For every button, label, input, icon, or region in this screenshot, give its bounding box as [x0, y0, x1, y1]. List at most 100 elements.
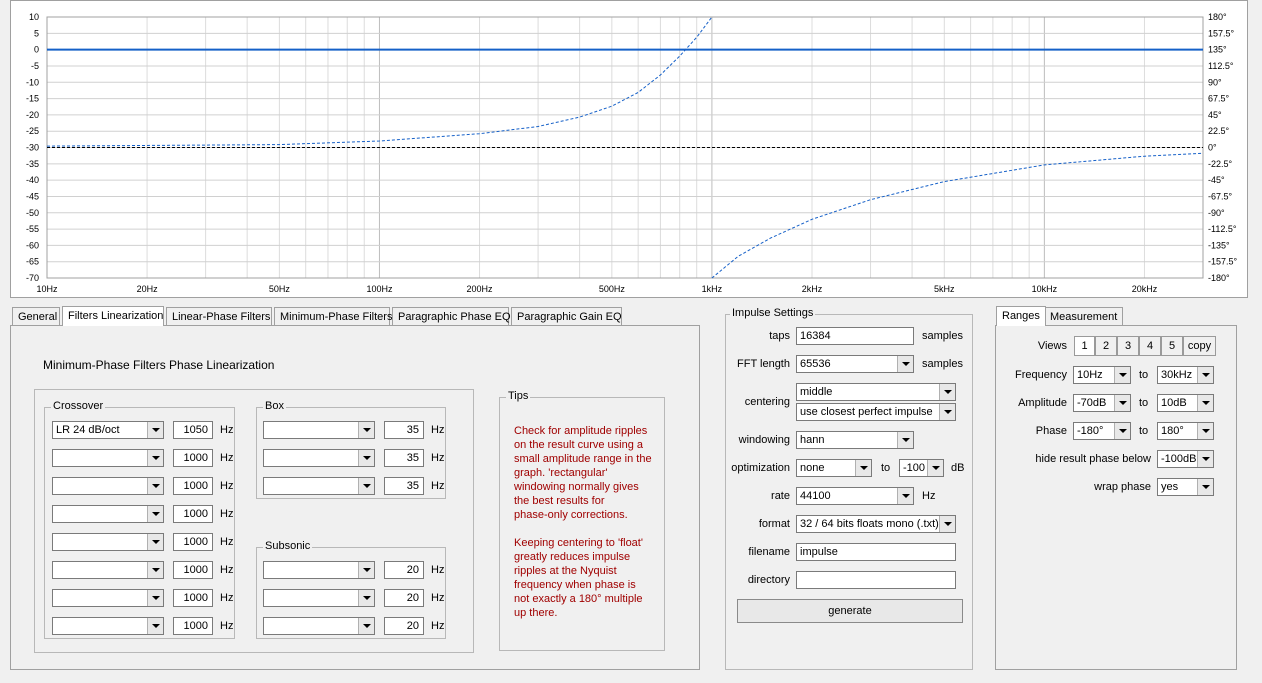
view-button-2[interactable]: 2 — [1095, 336, 1117, 356]
frequency-from-select[interactable]: 10Hz — [1073, 366, 1131, 384]
crossover-freq-input-2[interactable]: 1000 — [173, 449, 213, 467]
impulse-settings-title: Impulse Settings — [730, 307, 816, 319]
rate-select[interactable]: 44100 — [796, 487, 914, 505]
wrap-phase-label: wrap phase — [1094, 481, 1151, 493]
copy-view-button[interactable]: copy — [1183, 336, 1216, 356]
y-tick-label: 0 — [34, 45, 39, 55]
directory-label: directory — [747, 574, 790, 586]
y2-tick-label: 112.5° — [1208, 61, 1234, 71]
subsonic-type-select-2[interactable] — [263, 589, 375, 607]
centering-mode-select[interactable]: use closest perfect impulse — [796, 403, 956, 421]
box-type-select-1[interactable] — [263, 421, 375, 439]
view-button-3[interactable]: 3 — [1117, 336, 1139, 356]
generate-button[interactable]: generate — [737, 599, 963, 623]
hide-phase-select[interactable]: -100dB — [1157, 450, 1214, 468]
box-freq-input-2[interactable]: 35 — [384, 449, 424, 467]
amplitude-from-value: -70dB — [1077, 397, 1107, 409]
subsonic-freq-input-1[interactable]: 20 — [384, 561, 424, 579]
phase-to-select[interactable]: 180° — [1157, 422, 1214, 440]
hide-phase-label: hide result phase below — [1035, 453, 1151, 465]
crossover-type-select-8[interactable] — [52, 617, 164, 635]
crossover-freq-input-3[interactable]: 1000 — [173, 477, 213, 495]
y-tick-label: -15 — [26, 94, 39, 104]
plot-area[interactable]: 10 5 0 -5 -10 -15 -20 -25 -30 -35 -40 -45 -50 -55 -60 -… — [10, 0, 1248, 298]
tab-filters-linearization[interactable]: Filters Linearization — [62, 306, 164, 326]
x-tick-label: 50Hz — [269, 284, 291, 294]
crossover-type-select-4[interactable] — [52, 505, 164, 523]
fft-length-select[interactable]: 65536 — [796, 355, 914, 373]
tab-paragraphic-gain-eq[interactable]: Paragraphic Gain EQ — [511, 307, 622, 325]
crossover-freq-input-8[interactable]: 1000 — [173, 617, 213, 635]
y2-tick-label: -67.5° — [1208, 191, 1233, 201]
optimization-value: none — [800, 462, 825, 474]
box-freq-input-1[interactable]: 35 — [384, 421, 424, 439]
amplitude-label: Amplitude — [1018, 397, 1067, 409]
subsonic-freq-input-2[interactable]: 20 — [384, 589, 424, 607]
crossover-type-select-6[interactable] — [52, 561, 164, 579]
y2-tick-label: 135° — [1208, 45, 1227, 55]
tab-linear-phase-filters[interactable]: Linear-Phase Filters — [166, 307, 272, 325]
rate-label: rate — [771, 490, 790, 502]
crossover-freq-input-1[interactable]: 1050 — [173, 421, 213, 439]
view-button-5[interactable]: 5 — [1161, 336, 1183, 356]
windowing-select[interactable]: hann — [796, 431, 914, 449]
box-freq-input-3[interactable]: 35 — [384, 477, 424, 495]
optimization-unit: dB — [951, 462, 965, 474]
view-button-4[interactable]: 4 — [1139, 336, 1161, 356]
tab-ranges[interactable]: Ranges — [996, 306, 1046, 326]
chevron-down-icon — [1114, 367, 1130, 383]
wrap-phase-select[interactable]: yes — [1157, 478, 1214, 496]
crossover-freq-input-7[interactable]: 1000 — [173, 589, 213, 607]
amplitude-from-select[interactable]: -70dB — [1073, 394, 1131, 412]
crossover-type-select-5[interactable] — [52, 533, 164, 551]
box-type-select-2[interactable] — [263, 449, 375, 467]
tab-measurement[interactable]: Measurement — [1044, 307, 1124, 325]
subsonic-type-select-1[interactable] — [263, 561, 375, 579]
crossover-type-select-1[interactable]: LR 24 dB/oct — [52, 421, 164, 439]
crossover-hz-unit: Hz — [220, 480, 234, 492]
tab-paragraphic-phase-eq[interactable]: Paragraphic Phase EQ — [392, 307, 511, 325]
filename-input[interactable]: impulse — [796, 543, 956, 561]
crossover-freq-input-5[interactable]: 1000 — [173, 533, 213, 551]
format-select[interactable]: 32 / 64 bits floats mono (.txt) — [796, 515, 956, 533]
tab-general[interactable]: General — [12, 307, 60, 325]
crossover-freq-input-4[interactable]: 1000 — [173, 505, 213, 523]
centering-label: centering — [744, 396, 790, 408]
subsonic-freq-input-3[interactable]: 20 — [384, 617, 424, 635]
box-hz-unit: Hz — [431, 452, 445, 464]
series-line — [711, 152, 1204, 279]
crossover-hz-unit: Hz — [220, 536, 234, 548]
filename-label: filename — [748, 546, 790, 558]
centering-select[interactable]: middle — [796, 383, 956, 401]
y-tick-label: -25 — [26, 126, 39, 136]
box-type-select-3[interactable] — [263, 477, 375, 495]
crossover-hz-unit: Hz — [220, 452, 234, 464]
crossover-type-value: LR 24 dB/oct — [56, 424, 120, 436]
crossover-hz-unit: Hz — [220, 508, 234, 520]
format-label: format — [758, 518, 790, 530]
format-value: 32 / 64 bits floats mono (.txt) — [800, 518, 939, 530]
amplitude-to: to — [1139, 397, 1149, 409]
tips-title: Tips — [506, 390, 531, 402]
crossover-freq-input-6[interactable]: 1000 — [173, 561, 213, 579]
view-button-1[interactable]: 1 — [1074, 336, 1095, 356]
x-tick-label: 200Hz — [467, 284, 494, 294]
optimization-to-select[interactable]: -100 — [899, 459, 944, 477]
optimization-select[interactable]: none — [796, 459, 872, 477]
amplitude-to-select[interactable]: 10dB — [1157, 394, 1214, 412]
tab-minimum-phase-filters[interactable]: Minimum-Phase Filters — [274, 307, 392, 325]
crossover-type-select-3[interactable] — [52, 477, 164, 495]
subsonic-type-select-3[interactable] — [263, 617, 375, 635]
frequency-to: to — [1139, 369, 1149, 381]
directory-input[interactable] — [796, 571, 956, 589]
taps-input[interactable]: 16384 — [796, 327, 914, 345]
x-tick-label: 10kHz — [1032, 284, 1058, 294]
amplitude-to-value: 10dB — [1161, 397, 1187, 409]
x-tick-label: 5kHz — [934, 284, 955, 294]
phase-from-select[interactable]: -180° — [1073, 422, 1131, 440]
crossover-type-select-7[interactable] — [52, 589, 164, 607]
frequency-to-select[interactable]: 30kHz — [1157, 366, 1214, 384]
y-tick-label: -45 — [26, 191, 39, 201]
chevron-down-icon — [897, 356, 913, 372]
crossover-type-select-2[interactable] — [52, 449, 164, 467]
